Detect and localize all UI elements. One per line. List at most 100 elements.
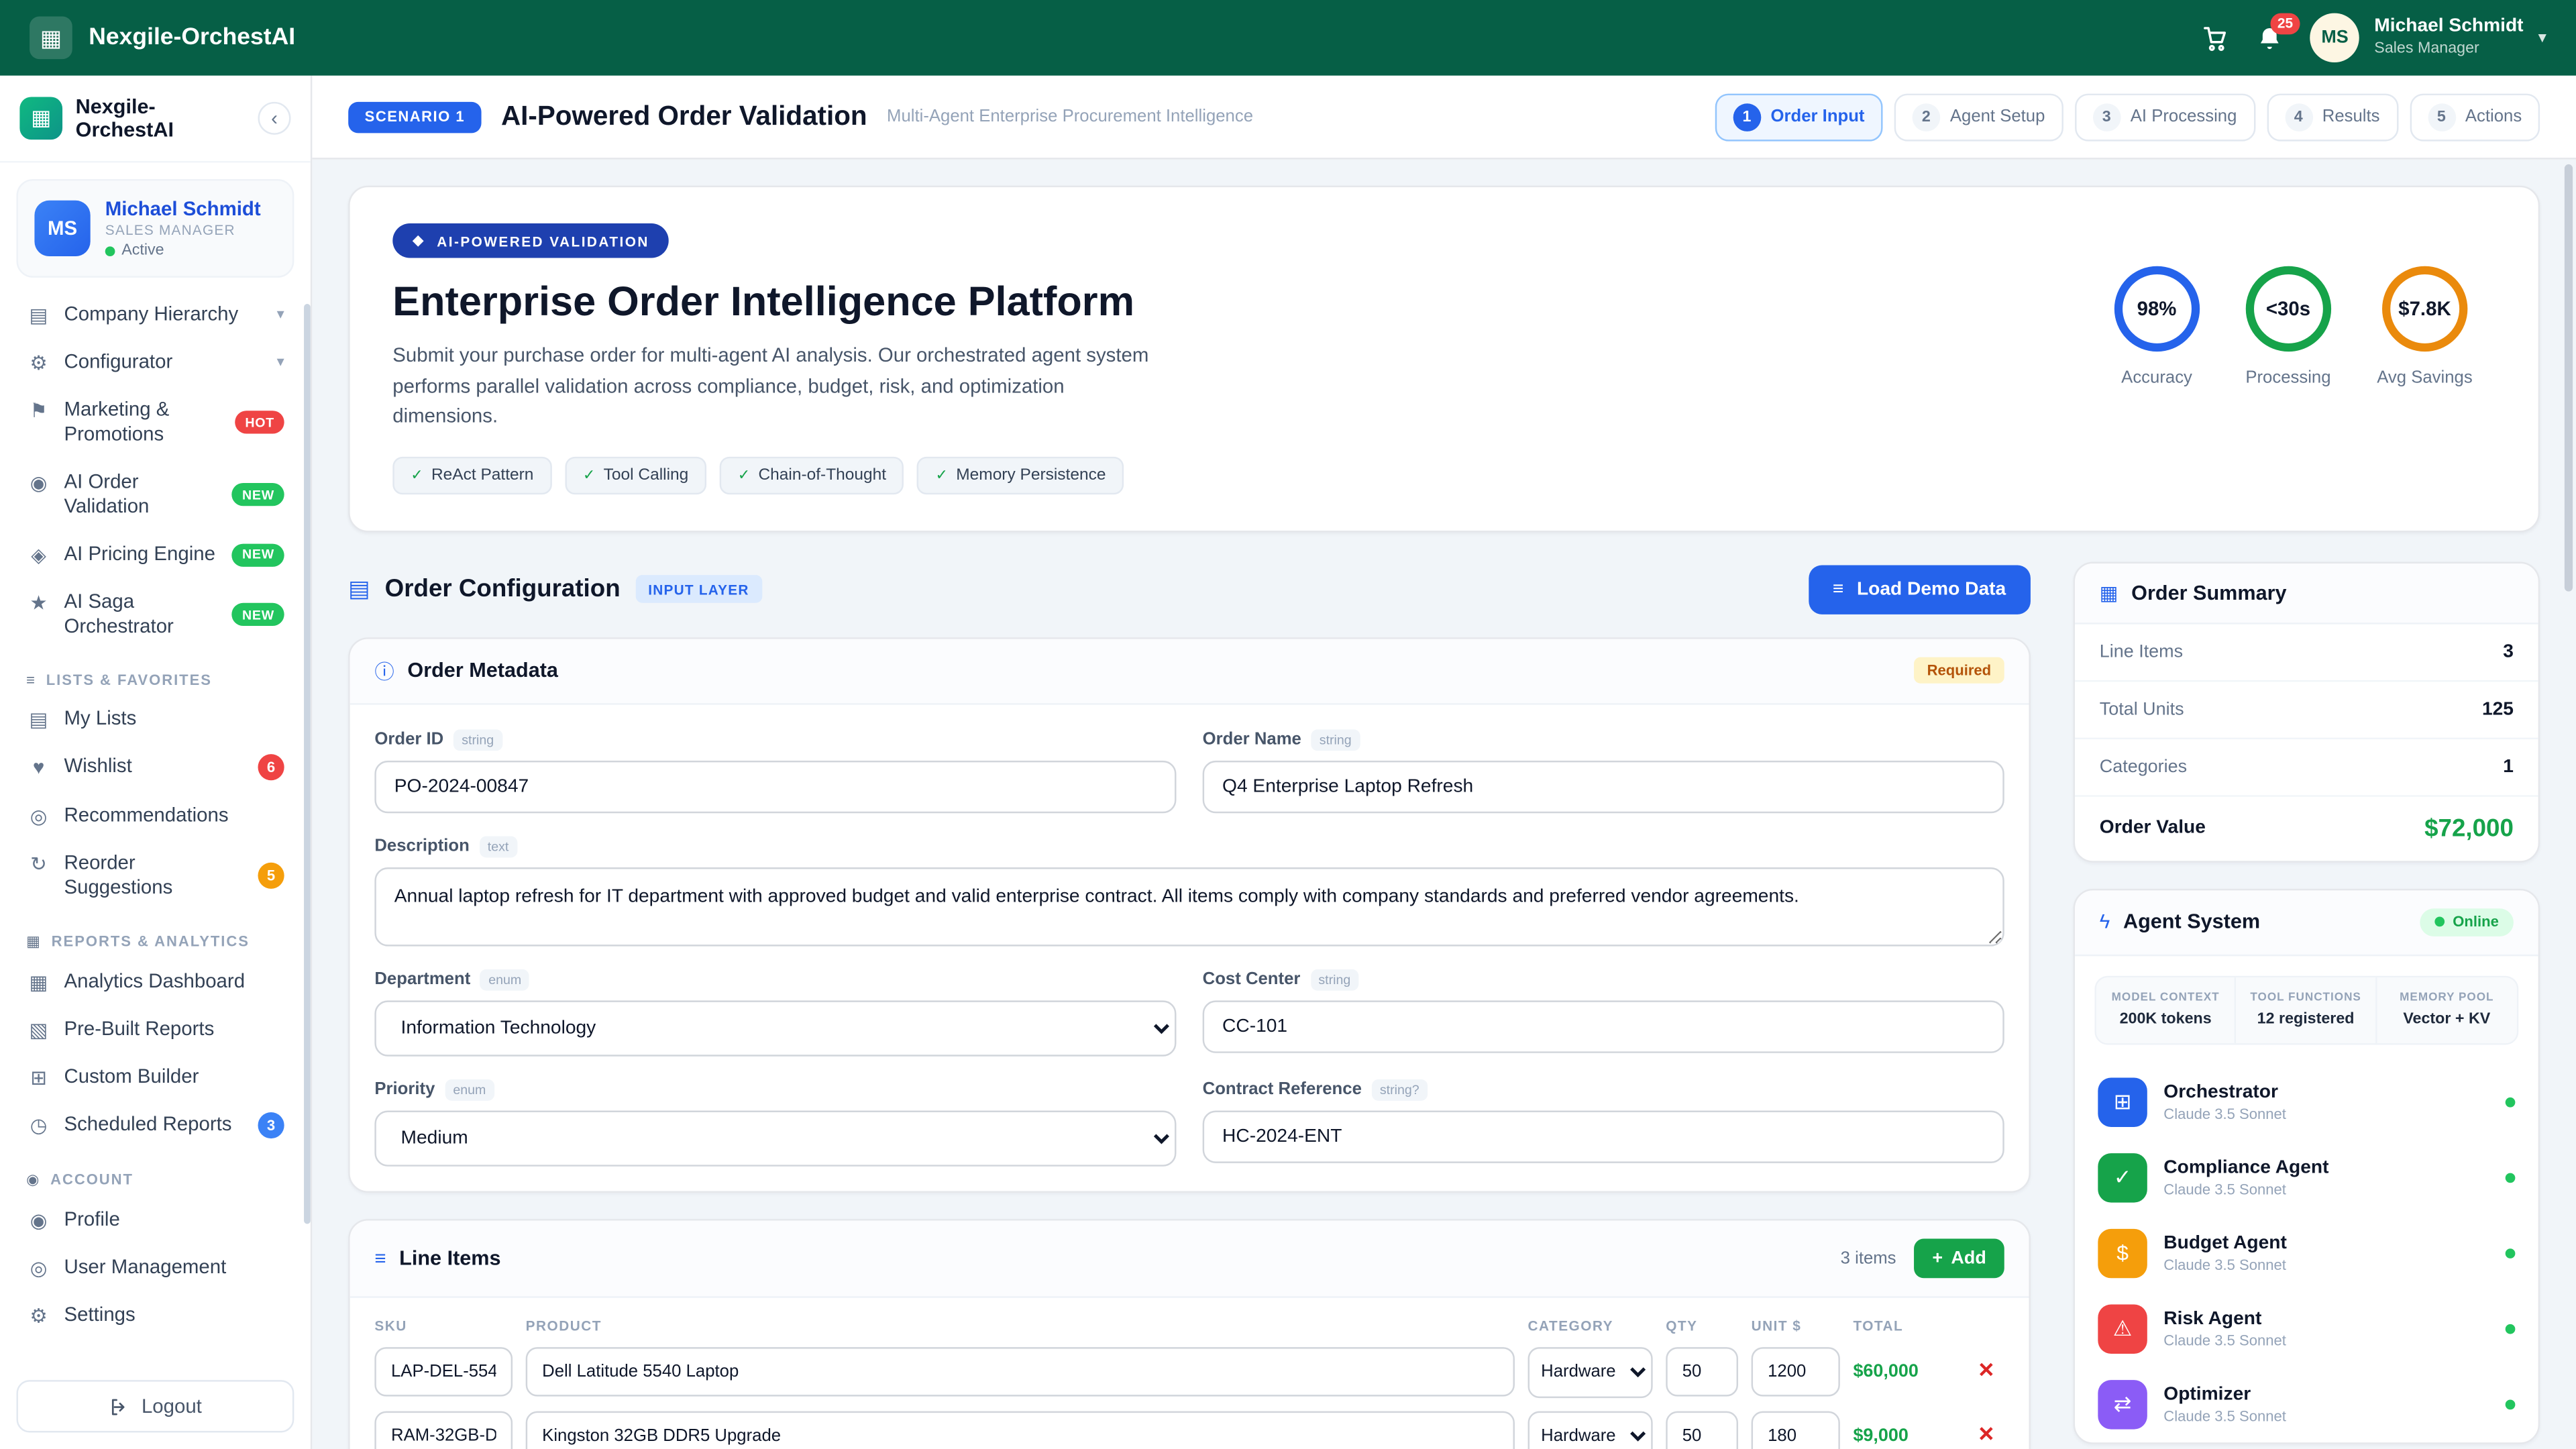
- product-input[interactable]: [526, 1348, 1515, 1397]
- user-menu[interactable]: MS Michael Schmidt Sales Manager ▾: [2310, 13, 2546, 62]
- sidebar-collapse-button[interactable]: ‹: [258, 102, 290, 135]
- step-order-input[interactable]: 1 Order Input: [1715, 93, 1882, 140]
- sidebar-nav: ▤ Company Hierarchy ▾ ⚙ Configurator ▾ ⚑…: [0, 288, 311, 1364]
- sidebar-item-recommendations[interactable]: ◎ Recommendations: [13, 792, 298, 839]
- hero-text: ◆ AI-POWERED VALIDATION Enterprise Order…: [392, 223, 2074, 494]
- app-logo-icon: ▦: [30, 16, 72, 59]
- check-icon: ✓: [411, 466, 423, 484]
- agent-system-stats: MODEL CONTEXT 200K tokens TOOL FUNCTIONS…: [2094, 975, 2518, 1044]
- chart-icon: ▦: [26, 971, 51, 994]
- description-textarea[interactable]: [374, 867, 2004, 947]
- sidebar-item-ai-saga-orchestrator[interactable]: ★ AI Saga Orchestrator NEW: [13, 578, 298, 651]
- delete-row-button[interactable]: ×: [1968, 1359, 2004, 1385]
- sidebar-item-user-management[interactable]: ◎ User Management: [13, 1244, 298, 1291]
- star-icon: ★: [26, 592, 51, 614]
- sidebar: ▦ Nexgile-OrchestAI ‹ MS Michael Schmidt…: [0, 76, 312, 1449]
- sidebar-scrollbar[interactable]: [304, 304, 311, 1224]
- department-select[interactable]: Information Technology: [374, 1000, 1176, 1056]
- agent-system-card: ϟ Agent System Online MODEL CONTEXT 200K…: [2074, 888, 2540, 1444]
- agent-row-risk: ⚠ Risk Agent Claude 3.5 Sonnet: [2075, 1291, 2538, 1366]
- clock-icon: ◷: [26, 1114, 51, 1136]
- load-demo-data-button[interactable]: ≡ Load Demo Data: [1808, 565, 2031, 614]
- hero-badge: ◆ AI-POWERED VALIDATION: [392, 223, 669, 258]
- priority-field: Priorityenum Medium: [374, 1079, 1176, 1166]
- sidebar-item-configurator[interactable]: ⚙ Configurator ▾: [13, 338, 298, 386]
- sparkle-icon: ◆: [413, 231, 425, 250]
- section-lists-favorites: ≡ LISTS & FAVORITES: [26, 670, 284, 688]
- sidebar-brand-name: Nexgile-OrchestAI: [76, 95, 245, 142]
- priority-select[interactable]: Medium: [374, 1110, 1176, 1166]
- sidebar-item-wishlist[interactable]: ♥ Wishlist 6: [13, 743, 298, 792]
- sku-input[interactable]: [374, 1348, 513, 1397]
- contract-reference-input[interactable]: [1203, 1110, 2004, 1163]
- section-title: Order Configuration: [385, 576, 621, 604]
- tag-chain-of-thought: ✓ Chain-of-Thought: [720, 456, 904, 494]
- notifications-button[interactable]: 25: [2256, 24, 2284, 52]
- status-dot: [2506, 1324, 2516, 1334]
- pulse-icon: ϟ: [2100, 910, 2110, 933]
- category-select[interactable]: Hardware: [1528, 1411, 1653, 1449]
- order-id-input[interactable]: [374, 760, 1176, 812]
- sidebar-item-pre-built-reports[interactable]: ▧ Pre-Built Reports: [13, 1006, 298, 1053]
- status-dot: [2506, 1097, 2516, 1107]
- sidebar-item-ai-pricing-engine[interactable]: ◈ AI Pricing Engine NEW: [13, 531, 298, 578]
- delete-row-button[interactable]: ×: [1968, 1424, 2004, 1449]
- step-agent-setup[interactable]: 2 Agent Setup: [1894, 93, 2063, 140]
- sku-input[interactable]: [374, 1411, 513, 1449]
- logout-button[interactable]: Logout: [16, 1380, 294, 1432]
- sidebar-item-scheduled-reports[interactable]: ◷ Scheduled Reports 3: [13, 1101, 298, 1150]
- category-select[interactable]: Hardware: [1528, 1347, 1653, 1398]
- unit-price-input[interactable]: [1752, 1411, 1840, 1449]
- sidebar-item-analytics-dashboard[interactable]: ▦ Analytics Dashboard: [13, 958, 298, 1006]
- qty-input[interactable]: [1666, 1411, 1738, 1449]
- agent-row-compliance: ✓ Compliance Agent Claude 3.5 Sonnet: [2075, 1140, 2538, 1216]
- sidebar-item-settings[interactable]: ⚙ Settings: [13, 1291, 298, 1339]
- order-configuration-header: ▤ Order Configuration INPUT LAYER ≡ Load…: [348, 565, 2031, 614]
- sidebar-item-my-lists[interactable]: ▤ My Lists: [13, 695, 298, 743]
- main-content: ◆ AI-POWERED VALIDATION Enterprise Order…: [312, 160, 2576, 1449]
- user-info: Michael Schmidt Sales Manager: [2374, 17, 2523, 58]
- sidebar-user-card[interactable]: MS Michael Schmidt SALES MANAGER Active: [16, 179, 294, 278]
- scenario-badge: SCENARIO 1: [348, 101, 481, 133]
- step-results[interactable]: 4 Results: [2266, 93, 2398, 140]
- report-icon: ▧: [26, 1018, 51, 1041]
- sidebar-avatar: MS: [34, 201, 90, 256]
- list-icon: ▤: [26, 708, 51, 731]
- cart-button[interactable]: [2202, 24, 2230, 52]
- shield-icon: ✓: [2098, 1153, 2147, 1202]
- order-summary-card: ▦ Order Summary Line Items 3 Total Units…: [2074, 561, 2540, 862]
- calculator-icon: ▦: [2100, 581, 2118, 604]
- page-scrollbar[interactable]: [2565, 164, 2573, 592]
- unit-price-input[interactable]: [1752, 1348, 1840, 1397]
- qty-input[interactable]: [1666, 1348, 1738, 1397]
- person-icon: ◉: [26, 1209, 51, 1232]
- agent-system-header: ϟ Agent System Online: [2075, 890, 2538, 956]
- add-line-item-button[interactable]: + Add: [1914, 1238, 2004, 1278]
- order-name-field: Order Namestring: [1203, 729, 2004, 813]
- scheduled-count-badge: 3: [258, 1112, 284, 1138]
- sidebar-item-reorder-suggestions[interactable]: ↻ Reorder Suggestions 5: [13, 839, 298, 912]
- hero-description: Submit your purchase order for multi-age…: [392, 340, 1165, 432]
- check-icon: ✓: [738, 466, 750, 484]
- page-title: AI-Powered Order Validation: [501, 101, 867, 133]
- order-metadata-body: Order IDstring Order Namestring Descript…: [350, 704, 2029, 1191]
- sidebar-item-custom-builder[interactable]: ⊞ Custom Builder: [13, 1053, 298, 1101]
- list-icon: ≡: [1833, 580, 1843, 599]
- product-input[interactable]: [526, 1411, 1515, 1449]
- cost-center-input[interactable]: [1203, 1000, 2004, 1053]
- step-ai-processing[interactable]: 3 AI Processing: [2074, 93, 2255, 140]
- description-field: Descriptiontext: [374, 836, 2004, 946]
- user-role: Sales Manager: [2374, 40, 2523, 58]
- step-actions[interactable]: 5 Actions: [2410, 93, 2540, 140]
- order-name-input[interactable]: [1203, 760, 2004, 812]
- sidebar-item-profile[interactable]: ◉ Profile: [13, 1196, 298, 1244]
- hero-card: ◆ AI-POWERED VALIDATION Enterprise Order…: [348, 186, 2540, 532]
- sidebar-item-marketing-promotions[interactable]: ⚑ Marketing & Promotions HOT: [13, 386, 298, 459]
- type-chip: string?: [1372, 1079, 1428, 1100]
- line-items-header: ≡ Line Items 3 items + Add: [350, 1220, 2029, 1297]
- sidebar-item-ai-order-validation[interactable]: ◉ AI Order Validation NEW: [13, 458, 298, 531]
- new-badge: NEW: [232, 543, 284, 566]
- sidebar-item-company-hierarchy[interactable]: ▤ Company Hierarchy ▾: [13, 290, 298, 338]
- required-badge: Required: [1914, 657, 2004, 684]
- type-chip: string: [1311, 729, 1360, 751]
